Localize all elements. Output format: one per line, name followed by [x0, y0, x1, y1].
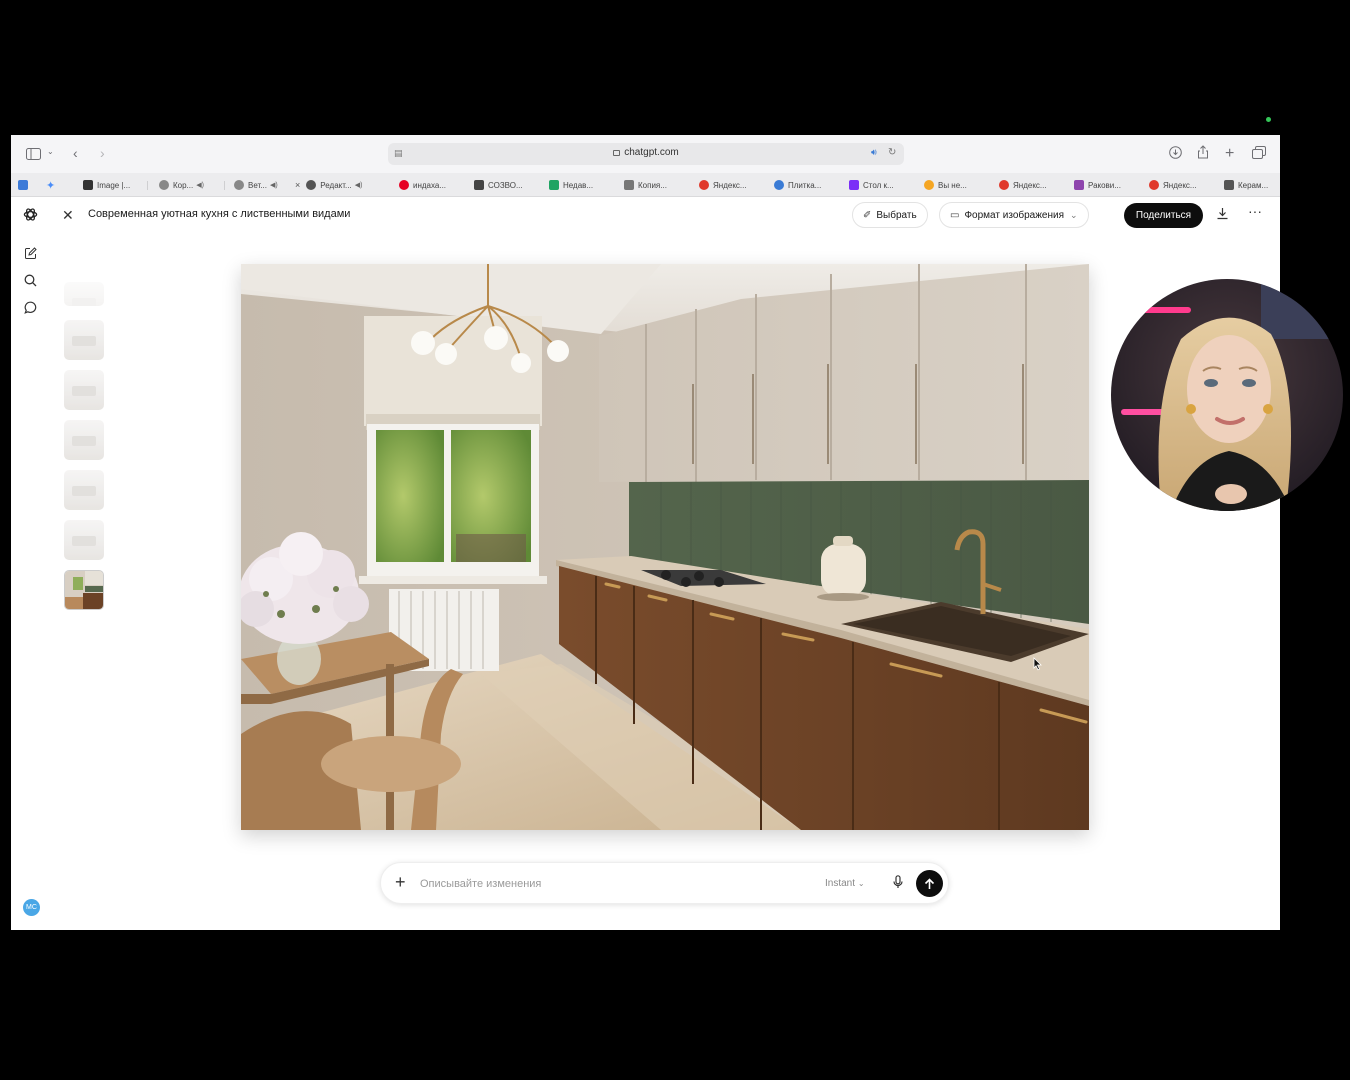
- send-icon: [924, 877, 935, 889]
- tab[interactable]: Вы не...: [924, 177, 986, 193]
- tab[interactable]: Ракови...: [1074, 177, 1136, 193]
- chevron-down-icon[interactable]: ⌄: [47, 147, 54, 156]
- tabs-overview-icon[interactable]: [1252, 146, 1266, 159]
- mouse-cursor: [1033, 657, 1042, 671]
- tab[interactable]: Керам...: [1224, 177, 1280, 193]
- select-icon: ✐: [863, 209, 872, 221]
- address-bar[interactable]: ▤ chatgpt.com 🔊︎ ↻: [388, 143, 904, 165]
- search-icon[interactable]: [22, 272, 38, 288]
- reload-icon[interactable]: ↻: [888, 147, 896, 158]
- tab[interactable]: Плитка...: [774, 177, 836, 193]
- image-format-icon: ▭: [950, 209, 960, 221]
- tab[interactable]: Image |...: [83, 177, 143, 193]
- select-button[interactable]: ✐ Выбрать: [852, 202, 928, 228]
- close-icon[interactable]: ✕: [62, 207, 74, 224]
- sidebar-toggle-icon[interactable]: [25, 146, 41, 162]
- chevron-down-icon: ⌄: [1070, 209, 1078, 220]
- browser-toolbar: ⌄ ‹ › ▤ chatgpt.com 🔊︎ ↻ +: [11, 135, 1280, 173]
- tab[interactable]: Стол к...: [849, 177, 911, 193]
- speaker-icon[interactable]: 🔊︎: [871, 147, 877, 158]
- avatar[interactable]: МС: [23, 899, 40, 916]
- tab[interactable]: Яндекс...: [699, 177, 761, 193]
- browser-window: ⌄ ‹ › ▤ chatgpt.com 🔊︎ ↻ + ✦ Image |... …: [11, 135, 1280, 930]
- tab[interactable]: Копия...: [624, 177, 686, 193]
- send-button[interactable]: [916, 870, 943, 897]
- download-icon[interactable]: [1216, 207, 1229, 223]
- tab-active[interactable]: × Редакт... ◀︎): [295, 177, 385, 193]
- forward-icon[interactable]: ›: [100, 145, 105, 161]
- new-tab-icon[interactable]: +: [1225, 145, 1234, 163]
- download-icon[interactable]: [1169, 146, 1182, 159]
- tab-bar: ✦ Image |... Кор... ◀︎) Вет... ◀︎) × Редакт…: [11, 173, 1280, 197]
- thumbnail[interactable]: [64, 370, 104, 410]
- chatgpt-logo-icon[interactable]: [22, 206, 38, 222]
- mic-icon[interactable]: [893, 875, 903, 892]
- back-icon[interactable]: ‹: [73, 145, 78, 161]
- share-icon[interactable]: [1197, 145, 1209, 159]
- lock-icon: [613, 150, 621, 156]
- thumbnail[interactable]: [64, 420, 104, 460]
- thumbnail[interactable]: [64, 520, 104, 560]
- thumbnail[interactable]: [64, 320, 104, 360]
- generated-image[interactable]: [241, 264, 1089, 830]
- thumbnail[interactable]: [64, 470, 104, 510]
- chat-bubble-icon[interactable]: [22, 299, 38, 315]
- share-button[interactable]: Поделиться: [1124, 203, 1203, 228]
- thumbnail[interactable]: [64, 282, 104, 306]
- tab[interactable]: СОЗВО...: [474, 177, 536, 193]
- tab[interactable]: Недав...: [549, 177, 611, 193]
- more-icon[interactable]: ···: [1248, 203, 1262, 219]
- url-text: chatgpt.com: [624, 147, 679, 158]
- thumbnail-active[interactable]: [64, 570, 104, 610]
- tab[interactable]: индаха...: [399, 177, 461, 193]
- pinned-tab[interactable]: ✦: [46, 177, 55, 193]
- tab[interactable]: Вет... ◀︎): [234, 177, 290, 193]
- new-chat-icon[interactable]: [22, 245, 38, 261]
- chatgpt-app: МС ✕ Современная уютная кухня с лиственн…: [11, 197, 1280, 930]
- prompt-composer: + Описывайте изменения Instant ⌄: [380, 862, 949, 904]
- image-format-button[interactable]: ▭ Формат изображения ⌄: [939, 202, 1089, 228]
- plus-icon[interactable]: +: [395, 872, 406, 893]
- tab[interactable]: Кор... ◀︎): [159, 177, 219, 193]
- tab[interactable]: Яндекс...: [1149, 177, 1211, 193]
- webcam-overlay: [1111, 279, 1343, 511]
- model-selector[interactable]: Instant ⌄: [825, 878, 865, 889]
- prompt-input[interactable]: Описывайте изменения: [420, 878, 541, 890]
- pinned-tab[interactable]: [18, 177, 32, 193]
- tab[interactable]: Яндекс...: [999, 177, 1061, 193]
- page-title: Современная уютная кухня с лиственными в…: [88, 208, 351, 220]
- recording-indicator: [1266, 117, 1271, 122]
